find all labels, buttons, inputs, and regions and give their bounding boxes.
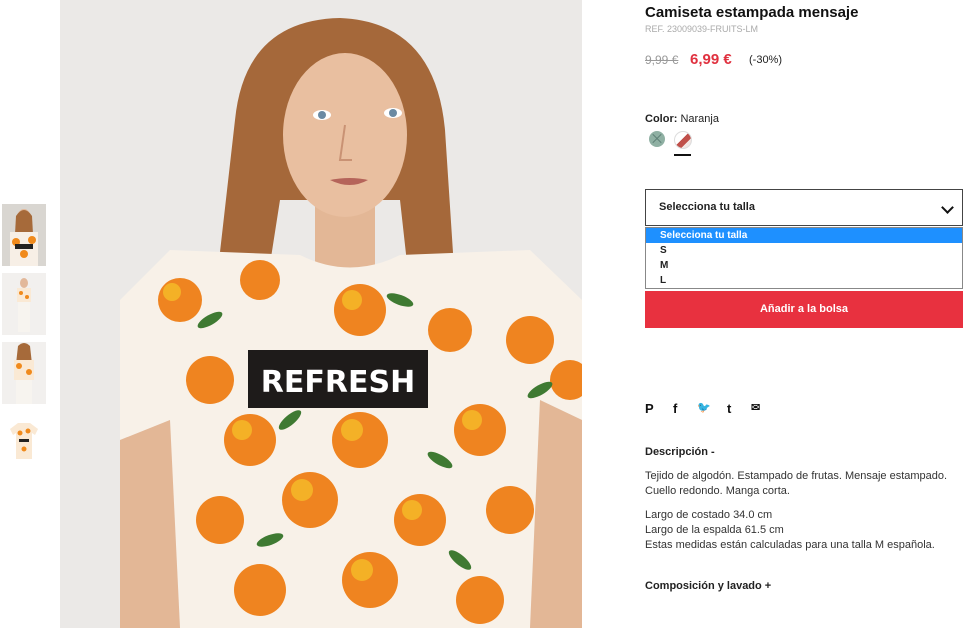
thumbnail-3[interactable] bbox=[2, 342, 46, 404]
thumbnail-1[interactable] bbox=[2, 204, 46, 266]
color-value: Naranja bbox=[680, 113, 719, 125]
size-option-placeholder[interactable]: Selecciona tu talla bbox=[646, 228, 962, 243]
measurement-line: Largo de la espalda 61.5 cm bbox=[645, 524, 784, 536]
size-option-s[interactable]: S bbox=[646, 243, 962, 258]
old-price: 9,99 € bbox=[645, 53, 679, 67]
size-select[interactable]: Selecciona tu talla bbox=[645, 189, 963, 226]
size-dropdown: Selecciona tu talla S M L bbox=[645, 227, 963, 289]
chevron-down-icon bbox=[941, 201, 954, 214]
size-option-m[interactable]: M bbox=[646, 258, 962, 273]
discount-badge: (-30%) bbox=[749, 54, 783, 66]
tumblr-icon[interactable]: t bbox=[727, 401, 731, 416]
swatch-selected-indicator bbox=[674, 154, 691, 156]
size-option-l[interactable]: L bbox=[646, 273, 962, 288]
main-product-image[interactable]: REFRESH bbox=[60, 0, 582, 628]
color-label: Color: Naranja bbox=[645, 113, 719, 125]
twitter-icon[interactable]: 🐦 bbox=[697, 401, 711, 414]
print-swatch[interactable] bbox=[674, 131, 692, 149]
measurement-note: Estas medidas están calculadas para una … bbox=[645, 539, 935, 551]
sale-price: 6,99 € bbox=[690, 51, 732, 68]
thumbnail-2[interactable] bbox=[2, 273, 46, 335]
add-to-bag-button[interactable]: Añadir a la bolsa bbox=[645, 291, 963, 328]
description-heading[interactable]: Descripción - bbox=[645, 446, 715, 458]
description-text: Tejido de algodón. Estampado de frutas. … bbox=[645, 469, 963, 553]
product-reference: REF. 23009039-FRUITS-LM bbox=[645, 24, 759, 34]
email-icon[interactable]: ✉ bbox=[751, 401, 760, 414]
composition-heading[interactable]: Composición y lavado + bbox=[645, 580, 771, 592]
product-title: Camiseta estampada mensaje bbox=[645, 4, 859, 21]
color-label-title: Color: bbox=[645, 113, 678, 125]
facebook-icon[interactable]: f bbox=[673, 401, 677, 416]
description-line: Tejido de algodón. Estampado de frutas. … bbox=[645, 470, 948, 497]
size-select-value: Selecciona tu talla bbox=[659, 201, 755, 213]
pinterest-icon[interactable]: P bbox=[645, 401, 654, 416]
green-swatch[interactable] bbox=[649, 131, 665, 147]
measurement-line: Largo de costado 34.0 cm bbox=[645, 509, 773, 521]
shirt-print-text: REFRESH bbox=[261, 365, 415, 400]
thumbnail-4[interactable] bbox=[2, 411, 46, 473]
